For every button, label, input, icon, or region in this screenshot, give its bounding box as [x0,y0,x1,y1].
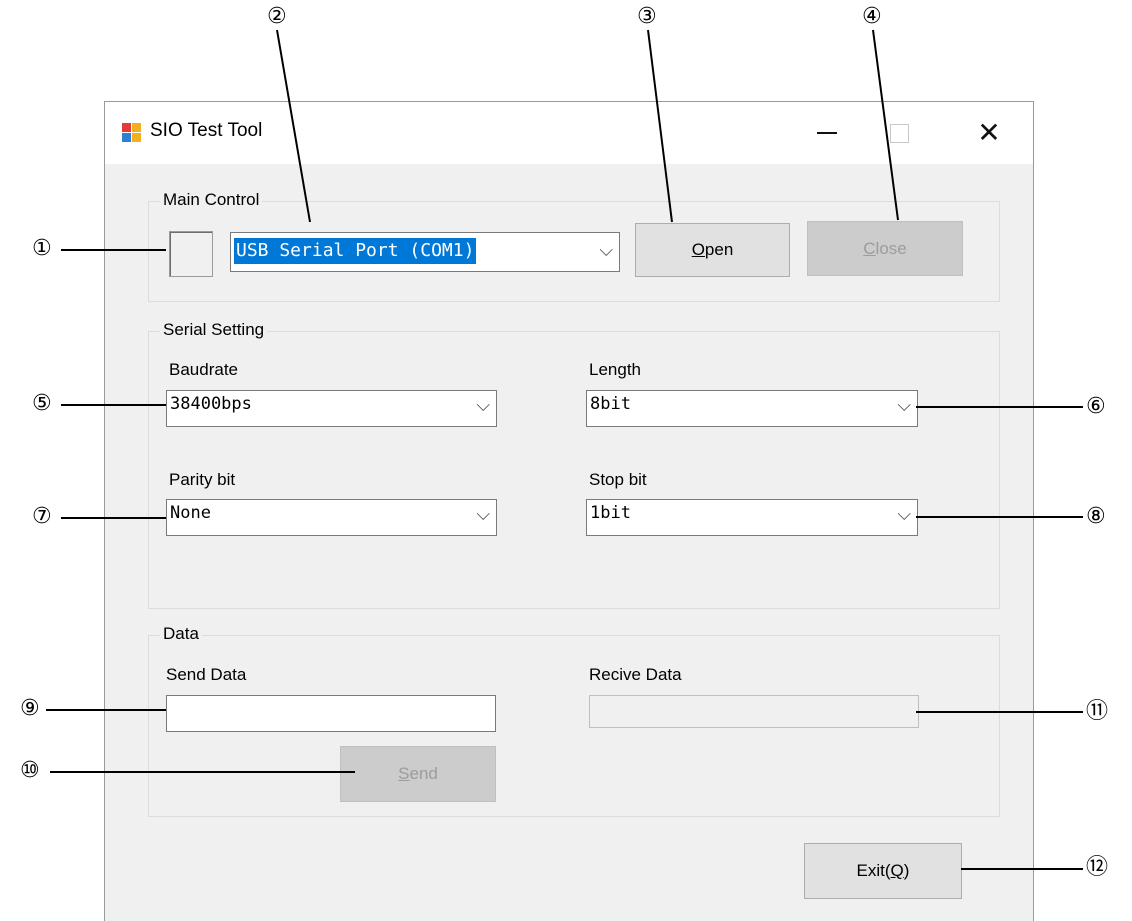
callout-12: ⑫ [1086,855,1109,880]
callout-11: ⑪ [1086,699,1109,724]
callout-10: ⑩ [20,758,40,783]
callout-7: ⑦ [32,504,52,529]
callout-line-2 [276,29,311,223]
callout-4: ④ [862,4,882,29]
callout-line-4 [872,29,899,221]
callout-2: ② [267,4,287,29]
callout-6: ⑥ [1086,394,1106,419]
callout-3: ③ [637,4,657,29]
callout-9: ⑨ [20,696,40,721]
callout-8: ⑧ [1086,504,1106,529]
callout-1: ① [32,236,52,261]
callout-5: ⑤ [32,391,52,416]
callout-lines [46,29,1083,870]
callout-line-3 [647,29,673,223]
